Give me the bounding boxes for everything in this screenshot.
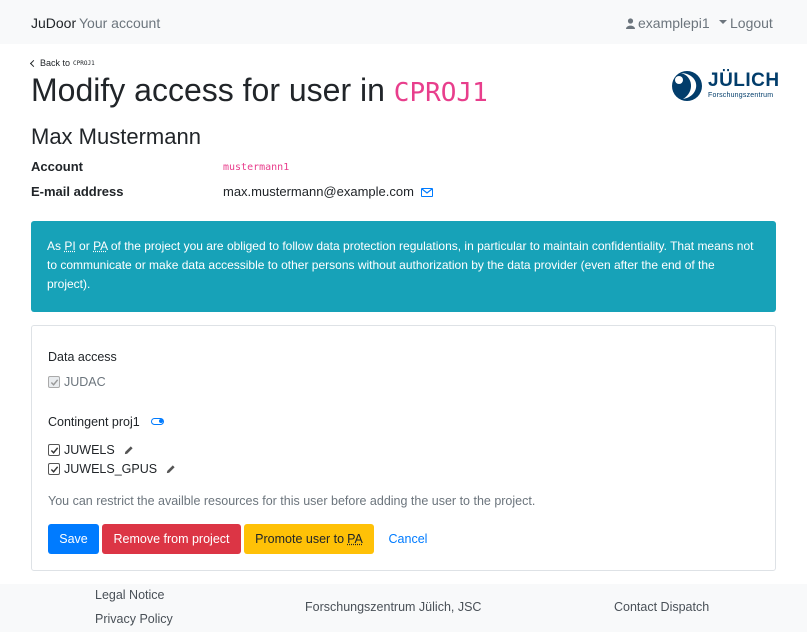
- save-button[interactable]: Save: [48, 524, 99, 554]
- juwels-gpus-label: JUWELS_GPUS: [64, 462, 158, 476]
- envelope-icon[interactable]: [420, 188, 433, 197]
- check-icon: [50, 446, 58, 454]
- data-access-label: Data access: [48, 350, 117, 364]
- access-card: Data access JUDAC Contingent proj1 JUWEL…: [31, 325, 776, 571]
- email-value: max.mustermann@example.com: [223, 184, 414, 199]
- user-menu-dropdown[interactable]: examplepi1: [626, 15, 727, 31]
- page-title: Modify access for user in CPROJ1: [31, 72, 488, 109]
- back-link-label: Back to: [40, 58, 71, 68]
- juwels-gpus-checkbox-row: JUWELS_GPUS: [48, 462, 176, 476]
- promote-to-pa-button[interactable]: Promote user to PA: [244, 524, 374, 554]
- alert-text-or: or: [79, 239, 90, 253]
- check-icon: [50, 378, 58, 386]
- user-full-name: Max Mustermann: [31, 124, 201, 149]
- nav-your-account[interactable]: Your account: [79, 15, 160, 31]
- page-title-text: Modify access for user in: [31, 72, 385, 108]
- contingent-label-row: Contingent proj1: [48, 415, 165, 429]
- juwels-gpus-checkbox[interactable]: [48, 463, 60, 475]
- restrict-help-text: You can restrict the availble resources …: [48, 494, 536, 508]
- abbr-pa: PA: [93, 239, 108, 253]
- julich-logo-icon: [672, 71, 702, 101]
- chevron-left-icon: [29, 59, 38, 67]
- promote-label: Promote user to: [255, 532, 345, 546]
- account-label: Account: [31, 159, 83, 174]
- pencil-icon[interactable]: [123, 445, 134, 456]
- juwels-checkbox-row: JUWELS: [48, 443, 134, 457]
- user-menu-label: examplepi1: [638, 15, 710, 31]
- back-link[interactable]: Back to CPROJ1: [29, 58, 95, 68]
- abbr-pi: PI: [64, 239, 76, 253]
- alert-text-1: As: [47, 239, 62, 253]
- alert-text-2: of the project you are obliged to follow…: [47, 239, 754, 291]
- back-link-project: CPROJ1: [73, 59, 95, 67]
- contingent-label: Contingent proj1: [48, 415, 140, 429]
- page-title-project-code: CPROJ1: [393, 78, 488, 108]
- email-value-row: max.mustermann@example.com: [223, 184, 433, 199]
- navbar: JuDoor Your account examplepi1 Logout: [0, 0, 807, 44]
- logo-text: JÜLICH: [708, 70, 780, 91]
- contact-dispatch-link[interactable]: Contact Dispatch: [614, 600, 709, 614]
- brand-link[interactable]: JuDoor: [31, 15, 76, 31]
- judac-checkbox-row: JUDAC: [48, 375, 106, 389]
- juwels-label: JUWELS: [64, 443, 115, 457]
- pencil-icon[interactable]: [165, 464, 176, 475]
- cancel-button[interactable]: Cancel: [378, 524, 438, 554]
- privacy-policy-link[interactable]: Privacy Policy: [95, 612, 173, 626]
- judac-checkbox[interactable]: [48, 376, 60, 388]
- promote-abbr-pa: PA: [347, 532, 363, 546]
- email-label: E-mail address: [31, 184, 124, 199]
- logo-subtext: Forschungszentrum: [708, 92, 774, 99]
- remove-from-project-button[interactable]: Remove from project: [102, 524, 241, 554]
- judac-label: JUDAC: [64, 375, 106, 389]
- caret-down-icon: [718, 20, 727, 24]
- check-icon: [50, 465, 58, 473]
- legal-notice-link[interactable]: Legal Notice: [95, 588, 165, 602]
- toggle-icon[interactable]: [151, 418, 165, 425]
- logout-link[interactable]: Logout: [730, 15, 773, 31]
- juwels-checkbox[interactable]: [48, 444, 60, 456]
- footer: Legal Notice Privacy Policy Forschungsze…: [0, 584, 807, 632]
- account-value: mustermann1: [223, 162, 290, 173]
- organization-link[interactable]: Forschungszentrum Jülich, JSC: [305, 600, 481, 614]
- user-icon: [626, 17, 635, 29]
- data-protection-alert: As PI or PA of the project you are oblig…: [31, 221, 776, 312]
- julich-logo: JÜLICH Forschungszentrum: [671, 70, 780, 102]
